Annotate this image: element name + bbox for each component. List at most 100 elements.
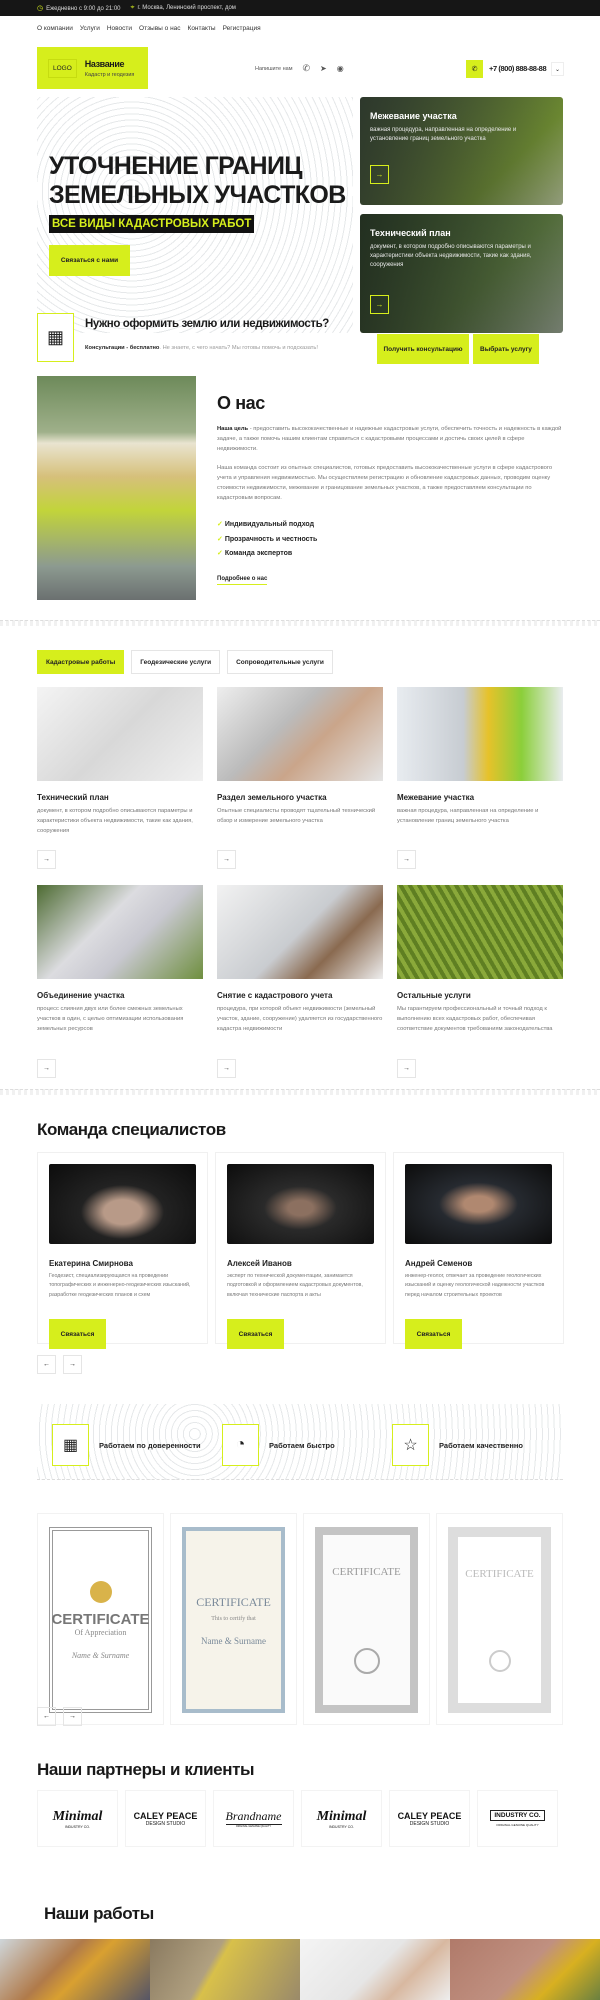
partner-logo[interactable]: CALEY PEACE DESIGN STUDIO	[125, 1790, 206, 1847]
site-logo[interactable]: LOGO Название Кадастр и геодезия	[37, 47, 148, 89]
tab-geodetic[interactable]: Геодезические услуги	[131, 650, 221, 674]
certificate-card: CERTIFICATE Of Appreciation Name & Surname	[37, 1513, 164, 1725]
list-item: ✓ Прозрачность и честность	[217, 535, 318, 543]
service-card: Объединение участка процесс слияния двух …	[37, 885, 203, 1078]
choose-service-button[interactable]: Выбрать услугу	[473, 334, 539, 364]
cta-title: Нужно оформить землю или недвижимость?	[85, 318, 329, 330]
nav-news[interactable]: Новости	[107, 25, 132, 32]
working-hours: ◷ Ежедневно с 9:00 до 21:00	[37, 5, 121, 12]
service-tabs: Кадастровые работы Геодезические услуги …	[37, 650, 333, 674]
nav-reviews[interactable]: Отзывы о нас	[139, 25, 181, 32]
site-tagline: Кадастр и геодезия	[84, 71, 135, 78]
star-hand-icon: ☆	[392, 1424, 429, 1466]
contact-button[interactable]: Связаться	[49, 1319, 106, 1349]
contact-button[interactable]: Связаться	[227, 1319, 284, 1349]
viber-icon[interactable]: ◉	[337, 64, 344, 73]
phone-number[interactable]: +7 (800) 888-88-88	[489, 64, 547, 73]
phone-icon[interactable]: ✆	[466, 60, 483, 78]
certificate-image[interactable]: CERTIFICATE	[315, 1527, 418, 1713]
work-image[interactable]	[450, 1939, 600, 2000]
about-team-text: Наша команда состоит из опытных специали…	[217, 465, 553, 502]
arrow-right-icon[interactable]: →	[217, 850, 236, 869]
partner-logo[interactable]: Minimal INDUSTRY CO.	[37, 1790, 118, 1847]
team-card: Екатерина Смирнова Геодезист, специализир…	[37, 1152, 208, 1349]
chevron-down-icon[interactable]: ⌄	[551, 62, 564, 76]
certificates-carousel: CERTIFICATE Of Appreciation Name & Surname…	[37, 1513, 563, 1725]
arrow-right-icon[interactable]: →	[397, 1059, 416, 1078]
hero-card-surveying[interactable]: Межевание участка важная процедура, напр…	[360, 97, 563, 205]
arrow-right-icon[interactable]: →	[63, 1355, 82, 1374]
member-photo	[405, 1164, 552, 1244]
hero-banner: УТОЧНЕНИЕ ГРАНИЦ ЗЕМЕЛЬНЫХ УЧАСТКОВ ВСЕ В…	[37, 97, 353, 333]
certificate-card: CERTIFICATE This to certify that Name & Su…	[170, 1513, 297, 1725]
site-name: Название	[84, 58, 125, 69]
arrow-left-icon[interactable]: ←	[37, 1707, 56, 1726]
certificate-card: CERTIFICATE	[303, 1513, 430, 1725]
document-calculator-icon: ▦	[37, 313, 74, 362]
get-consultation-button[interactable]: Получить консультацию	[377, 334, 469, 364]
whatsapp-icon[interactable]: ✆	[303, 63, 311, 74]
team-card: Андрей Семенов инженер-геолог, отвечает з…	[393, 1152, 564, 1349]
nav-register[interactable]: Регистрация	[223, 25, 261, 32]
team-carousel: Екатерина Смирнова Геодезист, специализир…	[37, 1152, 564, 1349]
cta-text: Консультации - бесплатно. Не знаете, с ч…	[85, 345, 318, 351]
list-item: ✓ Индивидуальный подход	[217, 521, 315, 528]
nav-contacts[interactable]: Контакты	[188, 25, 216, 32]
map-pin-icon: ⌖	[130, 4, 135, 11]
partners-logos: Minimal INDUSTRY CO. CALEY PEACE DESIGN ST…	[37, 1790, 558, 1847]
about-title: О нас	[217, 393, 265, 413]
work-image[interactable]	[0, 1939, 150, 2000]
partner-logo[interactable]: CALEY PEACE DESIGN STUDIO	[389, 1790, 470, 1847]
work-image[interactable]	[300, 1939, 450, 2000]
arrow-right-icon[interactable]: →	[370, 165, 389, 184]
services-grid: Технический план документ, в котором подр…	[37, 687, 563, 1078]
arrow-right-icon[interactable]: →	[370, 295, 389, 314]
divider	[0, 1089, 600, 1095]
write-us-label: Напишите нам	[255, 65, 293, 72]
contact-button[interactable]: Связаться	[405, 1319, 462, 1349]
service-image	[397, 687, 563, 781]
arrow-right-icon[interactable]: →	[63, 1707, 82, 1726]
main-nav: О компании Услуги Новости Отзывы о нас К…	[37, 25, 261, 32]
messengers: Напишите нам ✆ ➤ ◉	[255, 63, 344, 74]
arrow-right-icon[interactable]: →	[37, 1059, 56, 1078]
about-goal: Наша цель - предоставить высококачествен…	[217, 426, 562, 453]
arrow-left-icon[interactable]: ←	[37, 1355, 56, 1374]
service-card: Раздел земельного участка Опытные специал…	[217, 687, 383, 869]
arrow-right-icon[interactable]: →	[397, 850, 416, 869]
service-image	[37, 687, 203, 781]
telegram-icon[interactable]: ➤	[320, 64, 327, 73]
service-card: Технический план документ, в котором подр…	[37, 687, 203, 869]
about-list: ✓ Индивидуальный подход ✓ Прозрачность и…	[217, 518, 317, 562]
clock-check-icon: ◔	[222, 1424, 259, 1466]
nav-services[interactable]: Услуги	[80, 25, 100, 32]
more-about-link[interactable]: Подробнее о нас	[217, 576, 268, 585]
check-icon: ✓	[217, 521, 225, 528]
tab-support[interactable]: Сопроводительные услуги	[227, 650, 333, 674]
check-icon: ✓	[217, 550, 225, 557]
hero-subtitle: ВСЕ ВИДЫ КАДАСТРОВЫХ РАБОТ	[49, 215, 255, 233]
arrow-right-icon[interactable]: →	[37, 850, 56, 869]
service-image	[37, 885, 203, 979]
partners-title: Наши партнеры и клиенты	[37, 1760, 255, 1779]
about-photo	[37, 376, 196, 600]
partner-logo[interactable]: Minimal INDUSTRY CO.	[301, 1790, 382, 1847]
member-photo	[227, 1164, 374, 1244]
arrow-right-icon[interactable]: →	[217, 1059, 236, 1078]
logo-mark: LOGO	[48, 58, 77, 78]
hero-card-tech-plan[interactable]: Технический план документ, в котором под…	[360, 214, 563, 333]
service-card: Межевание участка важная процедура, напра…	[397, 687, 563, 869]
tab-cadastral[interactable]: Кадастровые работы	[37, 650, 125, 674]
service-card: Снятие с кадастрового учета процедура, пр…	[217, 885, 383, 1078]
nav-about[interactable]: О компании	[37, 25, 73, 32]
certificate-image[interactable]: CERTIFICATE This to certify that Name & Su…	[182, 1527, 285, 1713]
partner-logo[interactable]: INDUSTRY CO. ORIGINAL GENUINE QUALITY	[477, 1790, 558, 1847]
work-image[interactable]	[150, 1939, 300, 2000]
certificate-image[interactable]: CERTIFICATE	[448, 1527, 551, 1713]
certificate-image[interactable]: CERTIFICATE Of Appreciation Name & Surname	[49, 1527, 152, 1713]
partner-logo[interactable]: Brandname ORIGINAL GENUINE QUALITY	[213, 1790, 294, 1847]
clock-icon: ◷	[37, 5, 44, 12]
check-icon: ✓	[217, 535, 225, 543]
contact-us-button[interactable]: Связаться с нами	[49, 245, 130, 276]
divider	[0, 620, 600, 626]
